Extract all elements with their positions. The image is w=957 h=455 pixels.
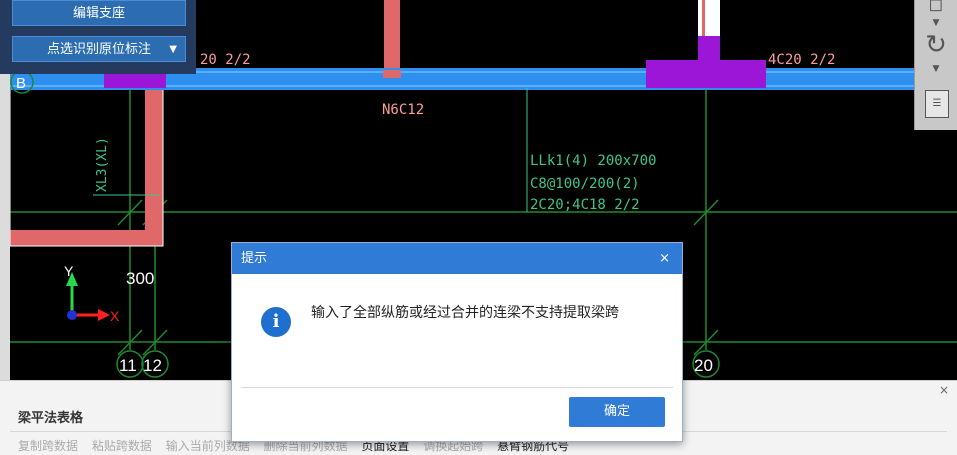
vertical-beam-white[interactable] [698, 0, 720, 40]
identify-annotation-button[interactable]: 点选识别原位标注 ▼ [12, 36, 186, 62]
dialog-title: 提示 [241, 251, 268, 266]
rebar-label: N6C12 [382, 102, 424, 118]
grid-label-12: 12 [143, 356, 162, 375]
y-axis-label: Y [64, 263, 74, 279]
left-vertical-beam[interactable] [145, 84, 163, 246]
copy-span-data-button[interactable]: 复制跨数据 [18, 439, 78, 453]
beam-spec-line2: C8@100/200(2) [530, 176, 640, 192]
beam-spec-line3: 2C20;4C18 2/2 [530, 197, 640, 213]
view-cube-icon[interactable]: ◻ [923, 0, 949, 15]
x-arrow-head [98, 309, 110, 321]
dimension-300: 300 [126, 269, 154, 288]
support-right[interactable] [646, 60, 766, 88]
beam-label-top-right: 4C20 2/2 [768, 52, 835, 68]
close-icon[interactable]: × [659, 243, 670, 274]
info-icon: i [261, 307, 291, 337]
beam-spec-line1: LLk1(4) 200x700 [530, 153, 656, 169]
support-right-top[interactable] [698, 36, 720, 64]
identify-annotation-label: 点选识别原位标注 [46, 42, 151, 57]
tool-panel: 编辑支座 点选识别原位标注 ▼ [0, 0, 196, 74]
x-axis-label: X [110, 308, 120, 324]
left-horizontal-beam[interactable] [10, 230, 163, 246]
grid-label-20: 20 [694, 356, 713, 375]
close-icon[interactable]: × [939, 383, 949, 397]
dialog-header: 提示 × [232, 243, 682, 274]
vertical-beam[interactable] [384, 0, 400, 78]
origin-dot [67, 310, 77, 320]
edit-support-label: 编辑支座 [72, 6, 125, 21]
chevron-down-icon[interactable]: ▼ [923, 64, 949, 74]
rotate-icon[interactable]: ↻ [923, 30, 949, 60]
alert-dialog: 提示 × i 输入了全部纵筋或经过合并的连梁不支持提取梁跨 确定 [231, 242, 683, 442]
axis-label-b: B [16, 75, 26, 92]
right-toolbar: ◻ ▼ ↻ ▼ ☰ [914, 0, 957, 130]
chevron-down-icon[interactable]: ▼ [923, 18, 949, 28]
vertical-beam-edge [702, 0, 705, 40]
beam-outline [9, 83, 164, 247]
paste-span-data-button[interactable]: 粘贴跨数据 [92, 439, 152, 453]
table-icon[interactable]: ☰ [925, 90, 949, 118]
dialog-divider [241, 387, 673, 388]
edit-support-button[interactable]: 编辑支座 [12, 0, 186, 26]
beam-joint [383, 70, 401, 78]
dialog-message: 输入了全部纵筋或经过合并的连梁不支持提取梁跨 [311, 305, 619, 321]
grid-label-11: 11 [119, 356, 137, 375]
beam-label-top-left: 20 2/2 [200, 52, 251, 68]
side-beam-label: XL3(XL) [95, 137, 110, 192]
panel-title: 梁平法表格 [18, 411, 84, 426]
ok-button[interactable]: 确定 [569, 397, 665, 427]
dropdown-arrow-icon[interactable]: ▼ [169, 37, 177, 63]
